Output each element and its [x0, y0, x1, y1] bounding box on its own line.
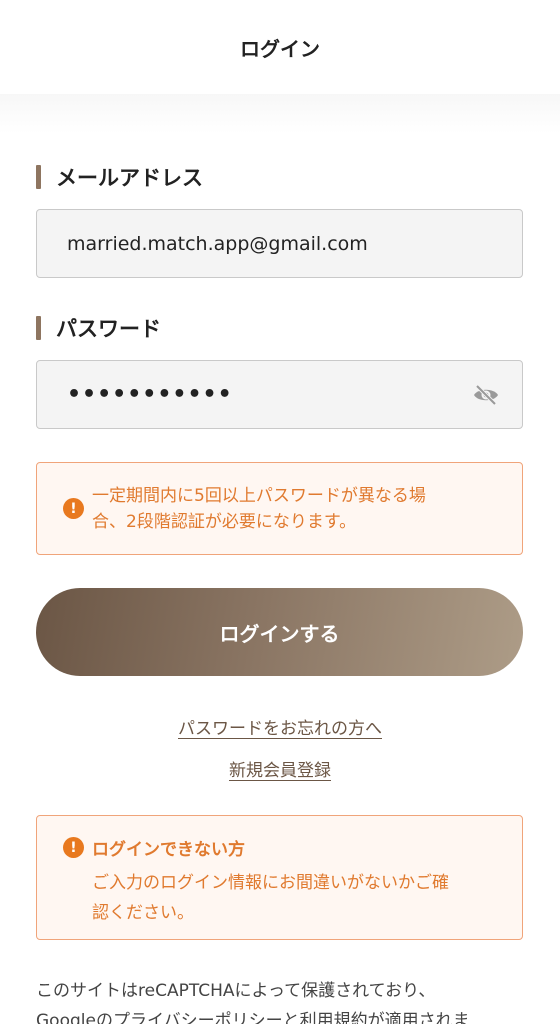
eye-off-icon[interactable] [472, 383, 500, 407]
login-button[interactable]: ログインする [36, 588, 523, 676]
password-field[interactable]: ••••••••••• [36, 360, 523, 429]
password-attempt-warning: ! 一定期間内に5回以上パスワードが異なる場 合、2段階認証が必要になります。 [36, 462, 523, 555]
email-value: married.match.app@gmail.com [67, 232, 368, 255]
password-label-text: パスワード [56, 317, 161, 341]
exclamation-icon: ! [63, 837, 84, 858]
email-field[interactable]: married.match.app@gmail.com [36, 209, 523, 278]
label-accent-bar [36, 316, 41, 340]
register-link-row: 新規会員登録 [0, 756, 560, 781]
email-label: メールアドレス [36, 162, 203, 192]
login-help-box: ! ログインできない方 ご入力のログイン情報にお間違いがないかご確 認ください。 [36, 815, 523, 940]
password-label: パスワード [36, 313, 161, 343]
help-text: ご入力のログイン情報にお間違いがないかご確 認ください。 [92, 873, 449, 923]
label-accent-bar [36, 165, 41, 189]
exclamation-icon: ! [63, 498, 84, 519]
recaptcha-notice: このサイトはreCAPTCHAによって保護されており、 Googleのプライバシ… [36, 981, 470, 1024]
email-label-text: メールアドレス [56, 166, 203, 190]
help-title: ログインできない方 [92, 840, 245, 860]
page-title: ログイン [240, 36, 320, 61]
header: ログイン [0, 0, 560, 94]
forgot-password-link[interactable]: パスワードをお忘れの方へ [178, 719, 382, 739]
warning-text: 一定期間内に5回以上パスワードが異なる場 合、2段階認証が必要になります。 [92, 486, 426, 532]
password-value: ••••••••••• [67, 382, 233, 407]
forgot-password-link-row: パスワードをお忘れの方へ [0, 714, 560, 739]
register-link[interactable]: 新規会員登録 [229, 761, 331, 781]
